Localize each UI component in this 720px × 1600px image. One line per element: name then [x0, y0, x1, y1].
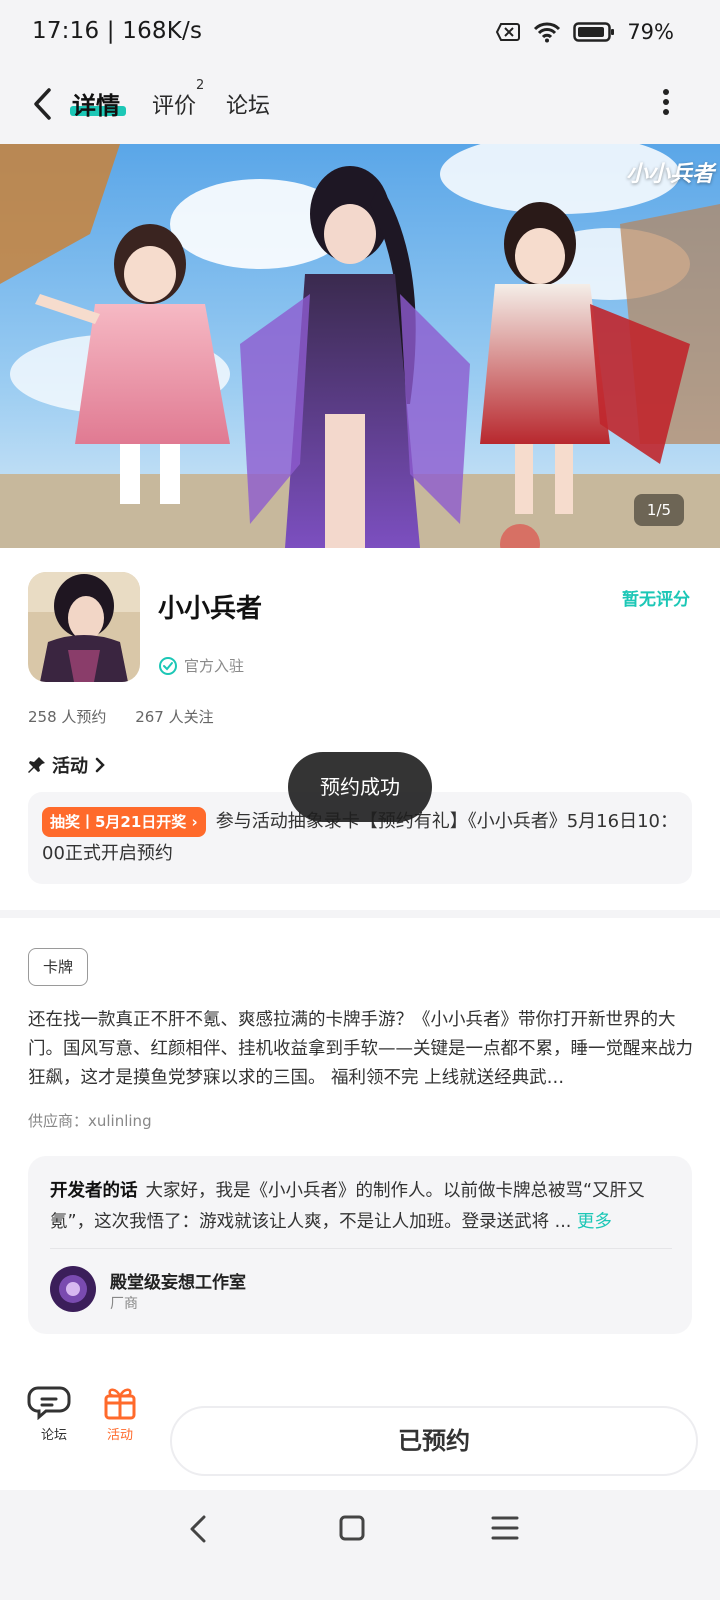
hero-banner-carousel[interactable] [0, 144, 720, 548]
activity-nav-button[interactable]: 活动 [90, 1384, 150, 1443]
activity-heading: 活动 [52, 756, 88, 777]
banner-game-logo: 小小兵者 [626, 162, 715, 187]
status-icons: 79% [495, 20, 674, 44]
forum-nav-button[interactable]: 论坛 [24, 1384, 84, 1443]
system-menu-icon[interactable] [490, 1514, 520, 1542]
sim-no-signal-icon [496, 23, 521, 41]
back-arrow-icon[interactable] [28, 86, 58, 122]
battery-icon [573, 22, 615, 42]
forum-chat-icon [27, 1386, 71, 1421]
tab-details[interactable]: 详情 [72, 86, 120, 121]
more-options-icon[interactable] [662, 88, 670, 116]
more-link[interactable]: 更多 [577, 1212, 612, 1232]
tab-forum[interactable]: 论坛 [226, 88, 270, 120]
reserved-button[interactable]: 已预约 [170, 1406, 698, 1476]
battery-percent: 79% [627, 20, 674, 44]
developer-note-label: 开发者的话 [50, 1181, 138, 1201]
toast-message: 预约成功 [288, 752, 432, 822]
reservation-count: 258 人预约 [28, 708, 107, 726]
game-icon [28, 572, 140, 682]
activity-nav-label: 活动 [106, 1428, 133, 1443]
status-time: 17:16 | 168K/s [32, 18, 203, 44]
studio-name[interactable]: 殿堂级妄想工作室 [110, 1268, 246, 1293]
system-home-icon[interactable] [338, 1514, 366, 1542]
developer-card-divider [50, 1248, 672, 1249]
official-label: 官方入驻 [184, 657, 245, 675]
activity-section-header[interactable]: 活动 [28, 752, 106, 778]
section-divider [0, 910, 720, 918]
gift-icon [104, 1388, 136, 1420]
chevron-right-icon [95, 757, 105, 773]
tab-reviews[interactable]: 评价 [152, 88, 196, 120]
developer-note-text: 大家好，我是《小小兵者》的制作人。以前做卡牌总被骂“又肝又氪”，这次我悟了：游戏… [50, 1181, 645, 1232]
game-description[interactable]: 还在找一款真正不肝不氪、爽感拉满的卡牌手游？《小小兵者》带你打开新世界的大门。国… [28, 1006, 694, 1093]
carousel-page-indicator: 1/5 [634, 494, 684, 526]
studio-role: 厂商 [110, 1296, 138, 1312]
lottery-tag-label: 抽奖丨5月21日开奖 [50, 813, 187, 831]
banner-artwork [0, 144, 720, 548]
lottery-tag: 抽奖丨5月21日开奖 › [42, 807, 206, 837]
follower-count: 267 人关注 [135, 708, 214, 726]
official-badge: 官方入驻 [158, 655, 244, 676]
system-navigation-bar [0, 1490, 720, 1600]
wifi-icon [534, 22, 561, 43]
developer-note: 开发者的话 大家好，我是《小小兵者》的制作人。以前做卡牌总被骂“又肝又氪”，这次我… [50, 1176, 674, 1238]
game-stats: 258 人预约 267 人关注 [28, 706, 238, 727]
studio-avatar[interactable] [50, 1266, 96, 1312]
game-title: 小小兵者 [158, 594, 263, 624]
reviews-count-badge: 2 [196, 78, 205, 93]
pin-icon [28, 757, 45, 773]
supplier-info: 供应商：xulinling [28, 1112, 152, 1130]
category-tag[interactable]: 卡牌 [28, 948, 88, 986]
forum-nav-label: 论坛 [40, 1428, 67, 1443]
verified-check-icon [159, 656, 177, 675]
system-back-icon[interactable] [186, 1514, 210, 1544]
rating-status[interactable]: 暂无评分 [622, 585, 690, 610]
